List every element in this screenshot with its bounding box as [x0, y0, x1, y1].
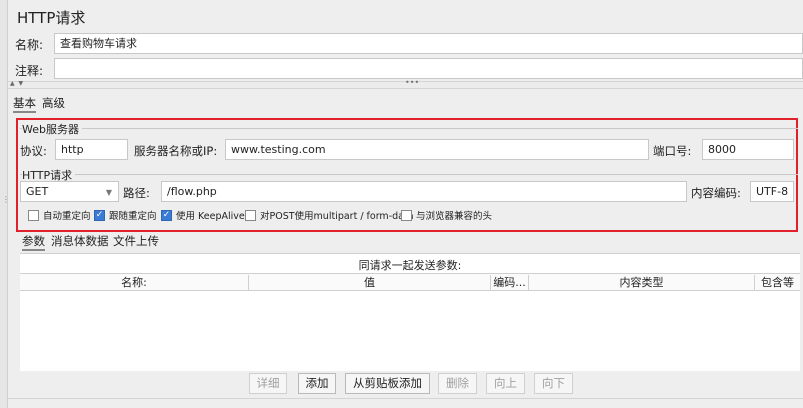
checkbox-label: 自动重定向 [43, 211, 91, 222]
tab-advanced[interactable]: 高级 [42, 95, 65, 111]
encoding-field[interactable]: UTF-8 [750, 181, 794, 202]
add-button[interactable]: 添加 [298, 373, 336, 394]
table-caption: 同请求一起发送参数: [358, 259, 462, 272]
http-request-group-border [20, 174, 798, 175]
checkbox-label: 使用 KeepAlive [176, 211, 245, 222]
column-header-value[interactable]: 值 [249, 275, 491, 291]
checkbox-label: 与浏览器兼容的头 [416, 211, 493, 222]
name-label: 名称: [15, 38, 44, 52]
browser-compatible-headers-checkbox[interactable]: 与浏览器兼容的头 [401, 208, 492, 222]
keepalive-checkbox[interactable]: ✓ 使用 KeepAlive [161, 208, 245, 222]
follow-redirect-checkbox[interactable]: ✓ 跟随重定向 [94, 208, 157, 222]
method-select[interactable]: GET ▼ [20, 181, 119, 202]
checkbox-label: 跟随重定向 [109, 211, 157, 222]
add-from-clipboard-button[interactable]: 从剪贴板添加 [345, 373, 430, 394]
checkbox-box[interactable]: ✓ [161, 209, 172, 221]
port-label: 端口号: [653, 144, 692, 158]
checkbox-box[interactable]: ✓ [94, 209, 105, 221]
path-label: 路径: [123, 186, 150, 200]
checkbox-box[interactable] [245, 209, 256, 221]
table-header: 名称: 值 编码... 内容类型 包含等 [20, 273, 800, 291]
column-header-encode[interactable]: 编码... [491, 275, 529, 291]
checkbox-box[interactable] [28, 209, 39, 221]
tab-parameters[interactable]: 参数 [22, 233, 45, 251]
encoding-label: 内容编码: [691, 186, 741, 200]
left-resize-edge[interactable]: ⋮ [0, 0, 10, 408]
column-header-content-type[interactable]: 内容类型 [529, 275, 755, 291]
column-header-name[interactable]: 名称: [20, 275, 249, 291]
web-server-group-border [20, 128, 798, 129]
detail-button[interactable]: 详细 [249, 373, 287, 394]
parameters-table[interactable]: 同请求一起发送参数: 名称: 值 编码... 内容类型 包含等 [20, 253, 800, 371]
column-header-include-equals[interactable]: 包含等 [755, 275, 800, 291]
panel-title: HTTP请求 [17, 9, 86, 27]
tab-body-data[interactable]: 消息体数据 [51, 233, 109, 249]
tab-basic[interactable]: 基本 [13, 95, 36, 113]
splitter-grip-icon[interactable]: ••• [405, 78, 419, 87]
auto-redirect-checkbox[interactable]: 自动重定向 [28, 208, 91, 222]
tab-file-upload[interactable]: 文件上传 [113, 233, 159, 249]
chevron-down-icon: ▼ [105, 188, 112, 197]
protocol-label: 协议: [20, 144, 47, 158]
web-server-group-title: Web服务器 [22, 121, 82, 137]
http-request-panel: HTTP请求 名称: 查看购物车请求 注释: ▲ ▼ ••• 基本 高级 Web… [8, 0, 803, 408]
server-field[interactable]: www.testing.com [225, 139, 649, 160]
name-field[interactable]: 查看购物车请求 [54, 33, 803, 54]
protocol-field[interactable]: http [55, 139, 128, 160]
server-label: 服务器名称或IP: [134, 144, 218, 158]
comment-label: 注释: [15, 64, 44, 78]
bottom-divider [8, 398, 803, 399]
splitter-bar[interactable]: ▲ ▼ ••• [8, 78, 803, 89]
method-select-value: GET [26, 185, 49, 198]
move-down-button[interactable]: 向下 [534, 373, 573, 394]
collapse-arrows-icon[interactable]: ▲ ▼ [10, 80, 24, 87]
checkbox-box[interactable] [401, 209, 412, 221]
move-up-button[interactable]: 向上 [486, 373, 525, 394]
multipart-checkbox[interactable]: 对POST使用multipart / form-data [245, 208, 414, 222]
checkbox-label: 对POST使用multipart / form-data [260, 211, 414, 222]
delete-button[interactable]: 删除 [438, 373, 477, 394]
path-field[interactable]: /flow.php [161, 181, 687, 202]
port-field[interactable]: 8000 [702, 139, 794, 160]
grip-handle-icon[interactable]: ⋮ [2, 196, 10, 210]
comment-field[interactable] [54, 58, 803, 79]
button-bar: 详细 添加 从剪贴板添加 删除 向上 向下 [8, 372, 803, 396]
